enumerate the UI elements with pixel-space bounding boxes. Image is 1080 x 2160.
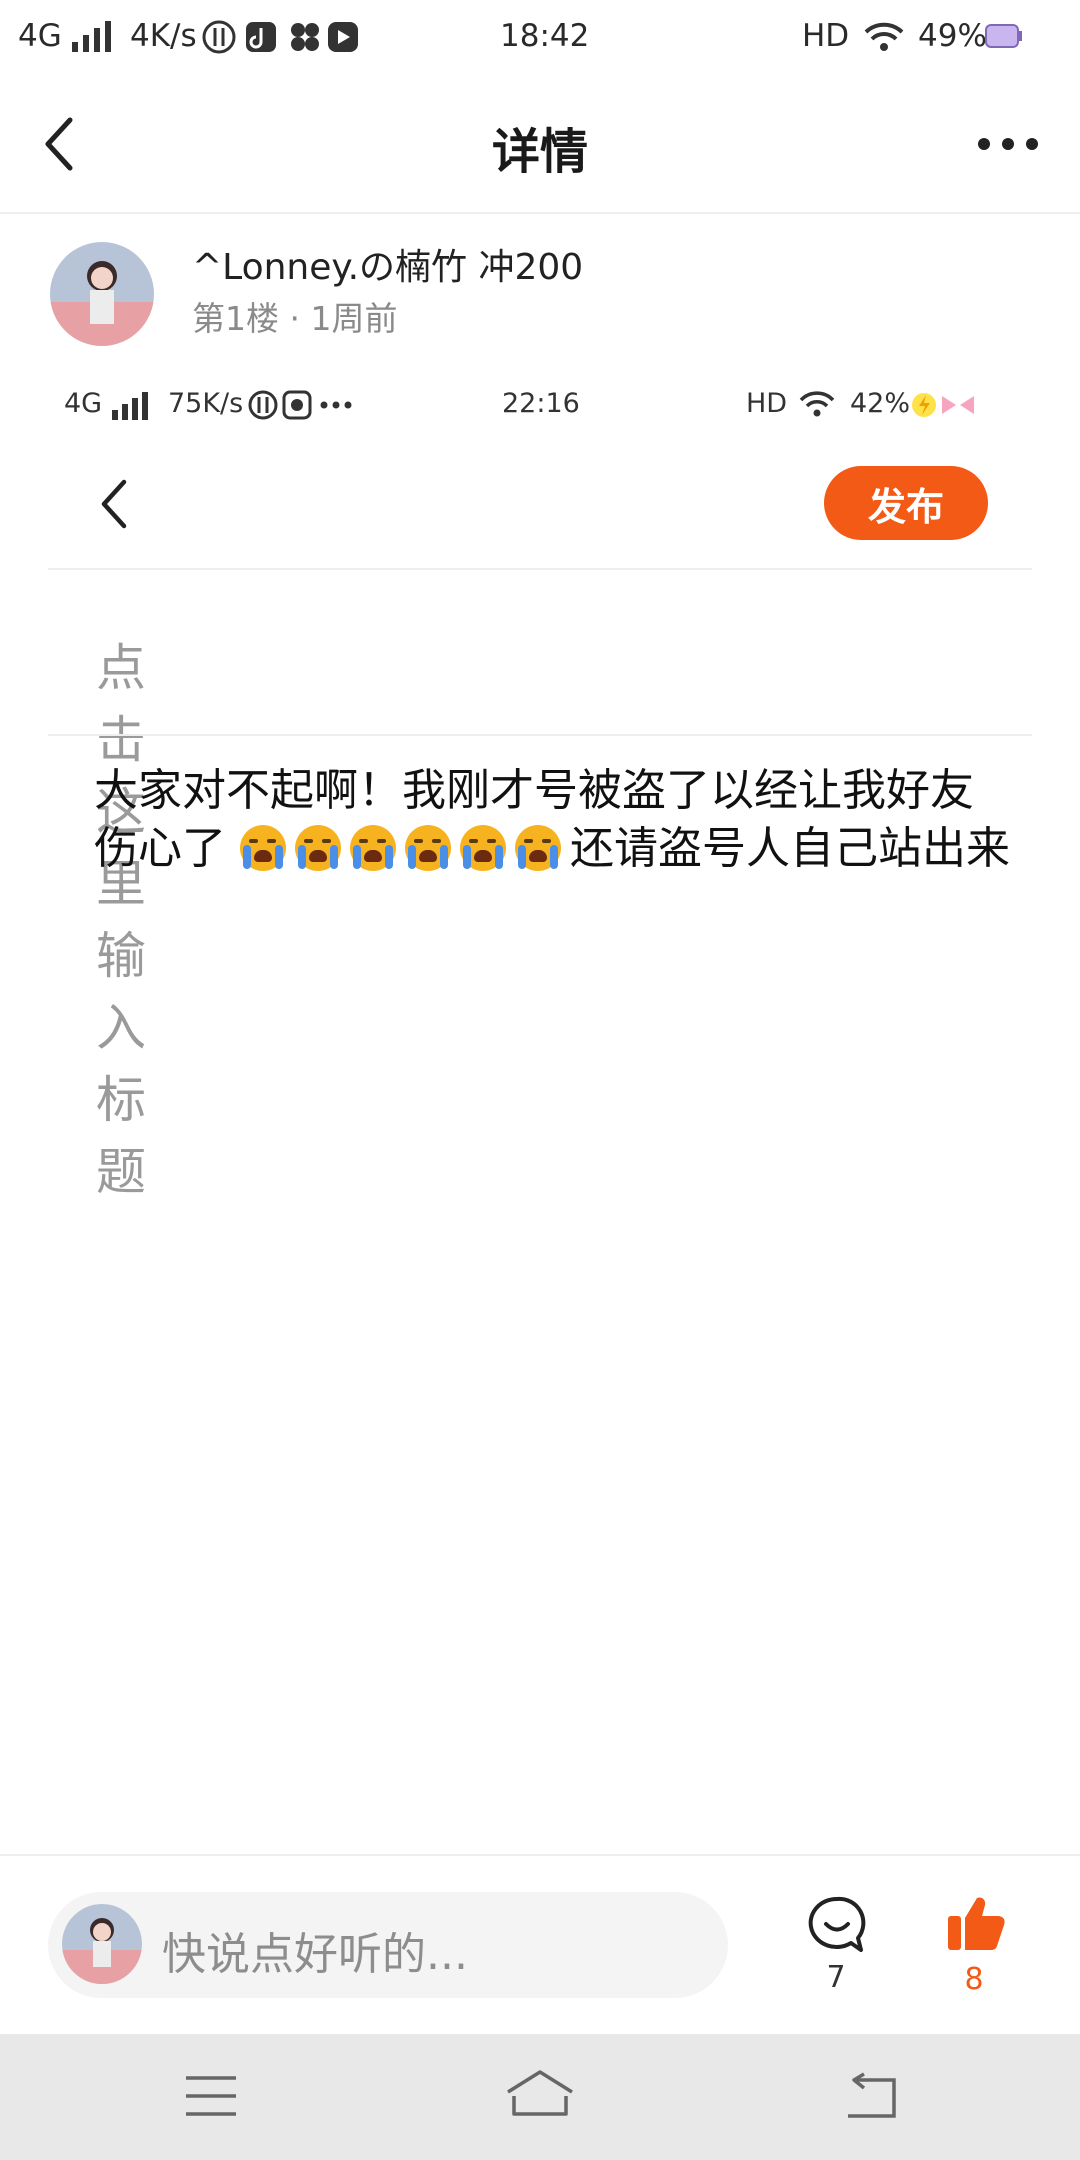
embedded-notification-icons: [248, 390, 352, 420]
crying-emoji-icon: [405, 825, 451, 871]
title-input-placeholder[interactable]: 点击这里输入标题: [96, 628, 146, 1204]
crying-emoji-icon: [240, 825, 286, 871]
comment-count: 7: [826, 1960, 846, 1995]
avatar-image: [62, 1904, 142, 1984]
post-body-line-2: 伤心了 还请盗号人自己站出来: [94, 820, 1034, 878]
avatar-image: [50, 242, 154, 346]
embedded-clock: 22:16: [502, 388, 580, 419]
battery-percent: 49%: [918, 18, 987, 54]
signal-icon: [72, 21, 111, 52]
embedded-battery-percent: 42%: [850, 388, 911, 419]
author-avatar[interactable]: [50, 242, 154, 346]
embedded-back-icon[interactable]: [96, 478, 132, 530]
notification-icons: [202, 20, 358, 54]
hd-indicator: HD: [802, 18, 850, 54]
wifi-icon: [864, 22, 904, 51]
comment-icon[interactable]: [806, 1894, 868, 1956]
home-icon[interactable]: [504, 2068, 576, 2120]
crying-emoji-icon: [515, 825, 561, 871]
crying-emoji-icon: [295, 825, 341, 871]
publish-button[interactable]: 发布: [824, 466, 988, 540]
embedded-network-type: 4G: [64, 388, 103, 419]
status-bar: 4G 4K/s 18:42 HD 49%: [0, 0, 1080, 72]
embedded-signal-icon: [112, 392, 148, 420]
page-title: 详情: [491, 124, 588, 180]
crying-emoji-icon: [460, 825, 506, 871]
user-avatar: [62, 1904, 142, 1984]
network-speed: 4K/s: [130, 18, 197, 54]
floor-time-meta: 第1楼 · 1周前: [192, 299, 398, 338]
author-name[interactable]: ^Lonney.の楠竹 冲200: [192, 238, 583, 290]
clock: 18:42: [500, 18, 590, 54]
comment-placeholder[interactable]: 快说点好听的...: [162, 1918, 468, 1982]
battery-icon: [985, 24, 1022, 48]
back-nav-icon[interactable]: [842, 2072, 898, 2120]
embedded-network-speed: 75K/s: [168, 388, 244, 419]
embedded-divider-bottom: [48, 734, 1032, 736]
network-type: 4G: [18, 18, 62, 54]
top-nav: 详情: [0, 72, 1080, 214]
embedded-hd-indicator: HD: [746, 388, 788, 419]
crying-emoji-icon: [350, 825, 396, 871]
post-body-line-2-end: 还请盗号人自己站出来: [570, 823, 1010, 874]
embedded-wifi-icon: [799, 391, 835, 417]
thumbs-up-icon[interactable]: [944, 1892, 1008, 1956]
embedded-divider-top: [48, 568, 1032, 570]
post-body-line-1: 大家对不起啊！我刚才号被盗了以经让我好友: [94, 765, 974, 816]
post-body: 大家对不起啊！我刚才号被盗了以经让我好友 伤心了 还请盗号人自己站出来: [94, 762, 1034, 878]
more-dots-icon[interactable]: [976, 134, 1040, 154]
system-nav-bar: [0, 2034, 1080, 2160]
post-body-line-2-start: 伤心了: [94, 823, 226, 874]
menu-icon[interactable]: [184, 2074, 238, 2118]
embedded-battery-icon: [912, 393, 974, 417]
like-count: 8: [964, 1962, 984, 1997]
